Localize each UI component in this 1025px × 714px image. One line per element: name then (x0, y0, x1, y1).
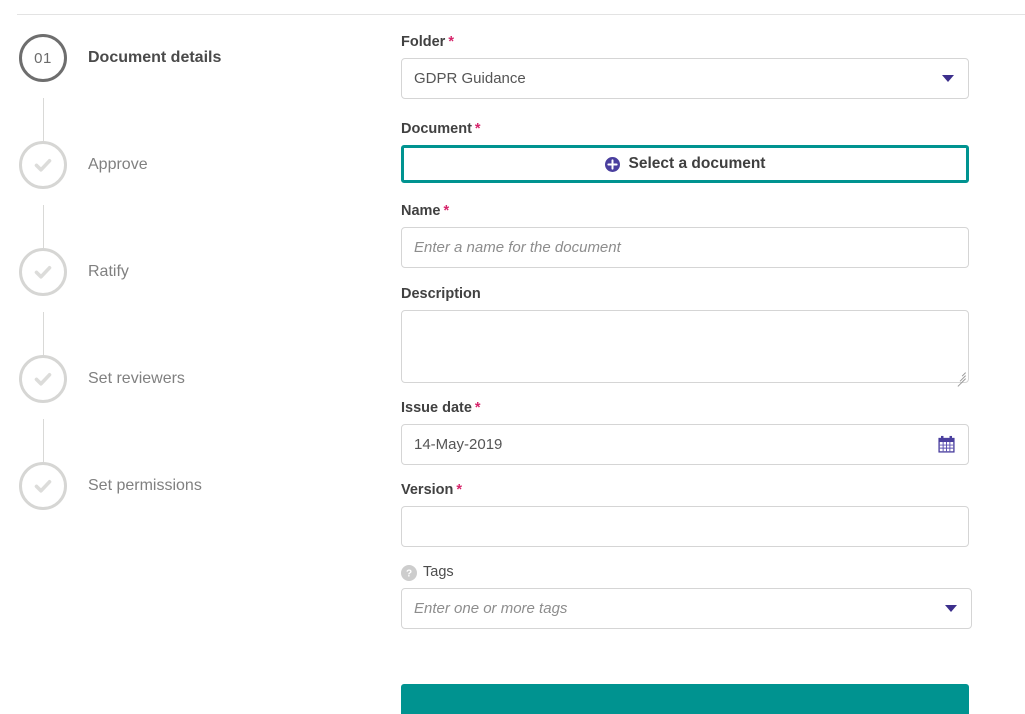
calendar-icon[interactable] (937, 435, 956, 454)
issue-date-label: Issue date * (401, 400, 969, 417)
tags-label: Tags (423, 564, 457, 581)
tags-select[interactable]: Enter one or more tags (401, 588, 972, 629)
submit-button[interactable] (401, 684, 969, 714)
step-connector (43, 312, 44, 355)
required-marker: * (456, 482, 463, 498)
required-marker: * (443, 203, 450, 219)
step-status-badge (19, 248, 67, 296)
step-status-badge (19, 141, 67, 189)
folder-label: Folder * (401, 34, 969, 51)
select-document-button-label: Select a document (628, 155, 766, 172)
step-label: Set reviewers (88, 370, 185, 387)
select-document-button[interactable]: Select a document (401, 145, 969, 183)
step-connector (43, 98, 44, 141)
field-version: Version * (401, 482, 969, 547)
chevron-down-icon (942, 75, 954, 82)
field-tags: ? Tags Enter one or more tags (401, 564, 972, 629)
name-label-text: Name (401, 203, 441, 219)
folder-selected-value: GDPR Guidance (414, 70, 526, 87)
version-input[interactable] (401, 506, 969, 547)
chevron-down-icon (945, 605, 957, 612)
name-input-placeholder: Enter a name for the document (414, 239, 621, 256)
version-label: Version * (401, 482, 969, 499)
folder-label-text: Folder (401, 34, 446, 50)
folder-select[interactable]: GDPR Guidance (401, 58, 969, 99)
field-description: Description (401, 286, 969, 387)
field-document: Document * Select a document (401, 121, 969, 183)
step-connector (43, 419, 44, 462)
sidebar-item-document-details[interactable]: 01 Document details (0, 34, 380, 141)
tags-input-placeholder: Enter one or more tags (414, 600, 568, 617)
step-number-badge: 01 (19, 34, 67, 82)
help-circle-icon[interactable]: ? (401, 564, 417, 581)
resize-handle[interactable] (954, 368, 966, 387)
step-number: 01 (34, 49, 52, 67)
description-label: Description (401, 286, 969, 303)
plus-circle-icon (604, 156, 620, 172)
step-label: Document details (88, 49, 222, 66)
sidebar-item-ratify[interactable]: Ratify (0, 248, 380, 355)
name-input[interactable]: Enter a name for the document (401, 227, 969, 268)
name-label: Name * (401, 203, 969, 220)
document-details-wizard-page: 01 Document details Approve Ratify Set r… (0, 0, 1025, 714)
step-label: Approve (88, 156, 148, 173)
tags-label-row: ? Tags (401, 564, 969, 581)
check-icon (34, 480, 52, 493)
check-icon (34, 373, 52, 386)
field-folder: Folder * GDPR Guidance (401, 34, 969, 99)
document-label-text: Document (401, 121, 472, 137)
svg-text:?: ? (406, 568, 412, 579)
description-textarea[interactable] (401, 310, 969, 387)
check-icon (34, 266, 52, 279)
field-issue-date: Issue date * 14-May-2019 (401, 400, 969, 465)
step-label: Ratify (88, 263, 129, 280)
document-details-form: Folder * GDPR Guidance Document * Select a… (401, 34, 972, 629)
step-status-badge (19, 355, 67, 403)
step-label: Set permissions (88, 477, 202, 494)
tags-label-text: Tags (423, 564, 454, 580)
step-status-badge (19, 462, 67, 510)
sidebar-item-approve[interactable]: Approve (0, 141, 380, 248)
wizard-stepper: 01 Document details Approve Ratify Set r… (0, 34, 380, 526)
field-name: Name * Enter a name for the document (401, 203, 969, 268)
issue-date-label-text: Issue date (401, 400, 472, 416)
version-label-text: Version (401, 482, 454, 498)
required-marker: * (474, 121, 481, 137)
document-label: Document * (401, 121, 969, 138)
required-marker: * (448, 34, 454, 50)
required-marker: * (474, 400, 481, 416)
step-connector (43, 205, 44, 248)
issue-date-input[interactable]: 14-May-2019 (401, 424, 969, 465)
check-icon (34, 159, 52, 172)
sidebar-item-set-reviewers[interactable]: Set reviewers (0, 355, 380, 462)
header-divider (17, 14, 1025, 15)
sidebar-item-set-permissions[interactable]: Set permissions (0, 462, 380, 526)
issue-date-value: 14-May-2019 (414, 436, 503, 453)
description-label-text: Description (401, 286, 481, 302)
